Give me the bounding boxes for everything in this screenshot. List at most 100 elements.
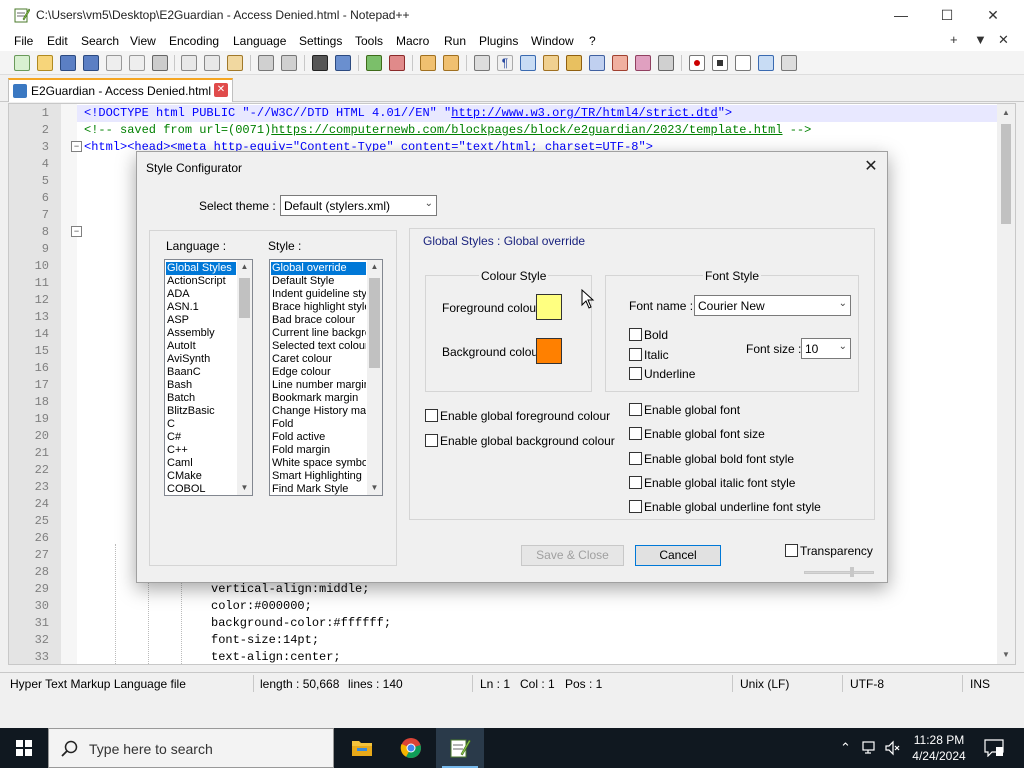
style-listbox[interactable]: Global override Default Style Indent guide… [269, 259, 383, 496]
close-window-button[interactable]: ✕ [970, 0, 1016, 31]
style-list-item[interactable]: Selected text colour [271, 340, 366, 353]
transparency-slider-thumb[interactable] [850, 567, 854, 577]
enable-global-bg-checkbox[interactable] [425, 434, 438, 447]
language-list-item[interactable]: C [166, 418, 236, 431]
undo-icon[interactable] [258, 55, 274, 71]
language-list-item[interactable]: BaanC [166, 366, 236, 379]
language-list-item[interactable]: BlitzBasic [166, 405, 236, 418]
menu-language[interactable]: Language [233, 34, 286, 48]
document-tab[interactable]: E2Guardian - Access Denied.html ✕ [8, 78, 233, 102]
background-colour-swatch[interactable] [536, 338, 562, 364]
language-list-item[interactable]: Assembly [166, 327, 236, 340]
style-list-item[interactable]: Smart Highlighting [271, 470, 366, 483]
new-tab-plus-icon[interactable]: + [950, 32, 958, 47]
style-list-item[interactable]: Default Style [271, 275, 366, 288]
scroll-down-icon[interactable]: ▼ [997, 648, 1015, 662]
bold-checkbox[interactable] [629, 328, 642, 341]
save-all-icon[interactable] [83, 55, 99, 71]
menu-encoding[interactable]: Encoding [169, 34, 219, 48]
style-list-item[interactable]: Brace highlight style [271, 301, 366, 314]
language-listbox[interactable]: Global Styles ActionScript ADA ASN.1 ASP Asse… [164, 259, 253, 496]
font-size-select[interactable]: 10 ⌄ [801, 338, 851, 359]
scrollbar-thumb[interactable] [239, 278, 250, 318]
menu-help[interactable]: ? [589, 34, 596, 48]
taskbar-file-explorer[interactable] [338, 728, 386, 768]
notifications-icon[interactable] [984, 739, 1004, 757]
fold-toggle-icon[interactable]: − [71, 226, 82, 237]
language-list-item[interactable]: Batch [166, 392, 236, 405]
language-list-item[interactable]: Bash [166, 379, 236, 392]
new-file-icon[interactable] [14, 55, 30, 71]
taskbar-notepadpp[interactable] [436, 728, 484, 768]
close-document-icon[interactable]: ✕ [998, 32, 1009, 48]
enable-global-bold-checkbox[interactable] [629, 452, 642, 465]
menu-view[interactable]: View [130, 34, 156, 48]
save-macro-icon[interactable] [781, 55, 797, 71]
scrollbar-thumb[interactable] [1001, 124, 1011, 224]
foreground-colour-swatch[interactable] [536, 294, 562, 320]
italic-checkbox[interactable] [629, 348, 642, 361]
indent-guide-icon[interactable] [520, 55, 536, 71]
zoom-in-icon[interactable] [366, 55, 382, 71]
menu-edit[interactable]: Edit [47, 34, 68, 48]
doctype-url-link[interactable]: http://www.w3.org/TR/html4/strict.dtd [451, 106, 717, 120]
paste-icon[interactable] [227, 55, 243, 71]
style-list-scrollbar[interactable]: ▲ ▼ [367, 260, 382, 495]
comment-url-link[interactable]: https://computernewb.com/blockpages/bloc… [271, 123, 782, 137]
define-language-icon[interactable] [543, 55, 559, 71]
language-list-item[interactable]: ActionScript [166, 275, 236, 288]
document-list-icon[interactable] [589, 55, 605, 71]
tab-close-icon[interactable]: ✕ [214, 83, 228, 97]
cut-icon[interactable] [181, 55, 197, 71]
dialog-close-button[interactable]: ✕ [859, 156, 883, 178]
sync-horizontal-icon[interactable] [443, 55, 459, 71]
enable-global-fg-checkbox[interactable] [425, 409, 438, 422]
cancel-button[interactable]: Cancel [635, 545, 721, 566]
monitoring-icon[interactable] [658, 55, 674, 71]
language-list-item[interactable]: Caml [166, 457, 236, 470]
scroll-up-icon[interactable]: ▲ [997, 106, 1015, 120]
style-list-item[interactable]: Line number margin [271, 379, 366, 392]
open-file-icon[interactable] [37, 55, 53, 71]
minimize-button[interactable]: — [878, 0, 924, 31]
play-macro-icon[interactable] [735, 55, 751, 71]
menu-window[interactable]: Window [531, 34, 574, 48]
document-map-icon[interactable] [566, 55, 582, 71]
menu-search[interactable]: Search [81, 34, 119, 48]
show-all-characters-icon[interactable]: ¶ [497, 55, 513, 71]
style-list-item[interactable]: Find Mark Style [271, 483, 366, 495]
word-wrap-icon[interactable] [474, 55, 490, 71]
style-list-item[interactable]: Fold [271, 418, 366, 431]
scroll-down-icon[interactable]: ▼ [237, 482, 252, 494]
save-close-button[interactable]: Save & Close [521, 545, 624, 566]
replace-icon[interactable] [335, 55, 351, 71]
style-list-item[interactable]: Global override [271, 262, 366, 275]
style-list-item[interactable]: Bad brace colour [271, 314, 366, 327]
scrollbar-thumb[interactable] [369, 278, 380, 368]
function-list-icon[interactable] [612, 55, 628, 71]
record-macro-icon[interactable] [689, 55, 705, 71]
tab-list-dropdown-icon[interactable]: ▼ [974, 32, 987, 47]
menu-file[interactable]: File [14, 34, 33, 48]
language-list-item[interactable]: C++ [166, 444, 236, 457]
font-name-select[interactable]: Courier New ⌄ [694, 295, 851, 316]
enable-global-underline-checkbox[interactable] [629, 500, 642, 513]
style-list-item[interactable]: Edge colour [271, 366, 366, 379]
save-icon[interactable] [60, 55, 76, 71]
folder-workspace-icon[interactable] [635, 55, 651, 71]
menu-run[interactable]: Run [444, 34, 466, 48]
enable-global-font-checkbox[interactable] [629, 403, 642, 416]
language-list-item[interactable]: ASN.1 [166, 301, 236, 314]
style-list-item[interactable]: Indent guideline style [271, 288, 366, 301]
editor-vertical-scrollbar[interactable]: ▲ ▼ [997, 104, 1015, 664]
style-list-item[interactable]: White space symbol [271, 457, 366, 470]
clock-date[interactable]: 4/24/2024 [908, 749, 970, 763]
taskbar-chrome[interactable] [387, 728, 435, 768]
volume-muted-icon[interactable] [884, 740, 900, 756]
start-button[interactable] [0, 728, 48, 768]
zoom-out-icon[interactable] [389, 55, 405, 71]
menu-tools[interactable]: Tools [355, 34, 383, 48]
menu-settings[interactable]: Settings [299, 34, 342, 48]
transparency-slider[interactable] [804, 571, 874, 574]
maximize-button[interactable]: ☐ [924, 0, 970, 31]
